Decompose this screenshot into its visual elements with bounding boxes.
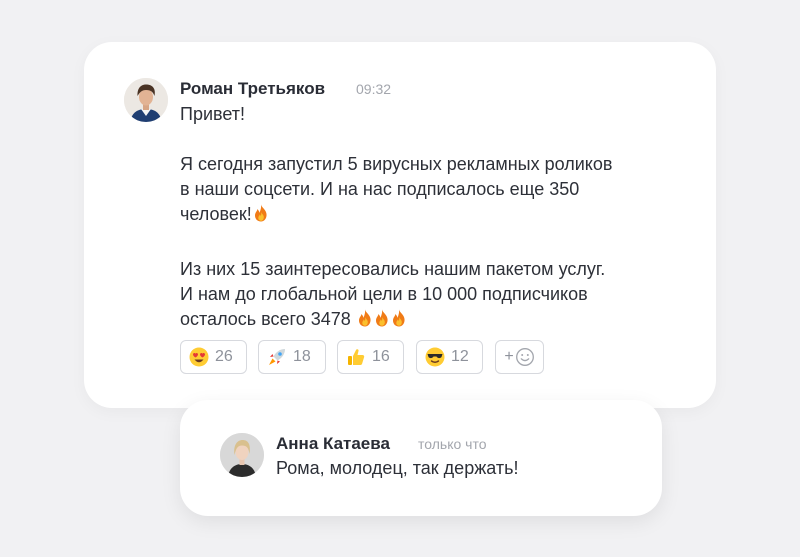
message-time: только что	[418, 436, 487, 452]
message-line: в наши соцсети. И на нас подписалось еще…	[180, 179, 580, 199]
message-time: 09:32	[356, 81, 392, 97]
message-line: И нам до глобальной цели в 10 000 подпис…	[180, 284, 588, 304]
reaction-heart-eyes[interactable]: 26	[180, 340, 247, 374]
author-name[interactable]: Анна Катаева	[276, 434, 390, 454]
reaction-count: 16	[372, 348, 390, 365]
message-line-fire: человек!	[180, 204, 269, 225]
reaction-count: 18	[293, 348, 311, 365]
add-reaction-button[interactable]: +	[495, 340, 544, 374]
message-line: человек!	[180, 204, 252, 224]
heart-eyes-emoji-icon	[189, 347, 209, 367]
plus-label: +	[504, 348, 514, 365]
fire-emoji-icon	[374, 309, 390, 327]
message-line: Из них 15 заинтересовались нашим пакетом…	[180, 259, 606, 279]
message-line-fires: осталось всего 3478	[180, 309, 407, 330]
fire-emoji-icon	[391, 309, 407, 327]
reaction-thumbs-up[interactable]: 16	[337, 340, 404, 374]
reply-text: Рома, молодец, так держать!	[276, 458, 519, 478]
sunglasses-emoji-icon	[425, 347, 445, 367]
smiley-icon	[515, 348, 534, 366]
message-line: осталось всего 3478	[180, 309, 351, 329]
reply-card: Анна Катаева только что Рома, молодец, т…	[180, 400, 662, 516]
message-line: Я сегодня запустил 5 вирусных рекламных …	[180, 154, 613, 174]
message-card: Роман Третьяков 09:32 Привет! Я сегодня …	[84, 42, 716, 408]
reaction-sunglasses[interactable]: 12	[416, 340, 483, 374]
thumbs-up-emoji-icon	[348, 349, 365, 365]
fire-emoji-icon	[357, 309, 373, 327]
avatar-photo	[124, 78, 168, 122]
avatar[interactable]	[124, 78, 168, 122]
fire-emoji-icon	[253, 204, 269, 222]
reaction-rocket[interactable]: 18	[258, 340, 326, 374]
reaction-count: 12	[451, 348, 469, 365]
rocket-emoji-icon	[269, 349, 285, 365]
avatar-photo	[220, 433, 264, 477]
reaction-count: 26	[215, 348, 233, 365]
message-line: Привет!	[180, 104, 246, 124]
author-name[interactable]: Роман Третьяков	[180, 79, 325, 99]
avatar[interactable]	[220, 433, 264, 477]
